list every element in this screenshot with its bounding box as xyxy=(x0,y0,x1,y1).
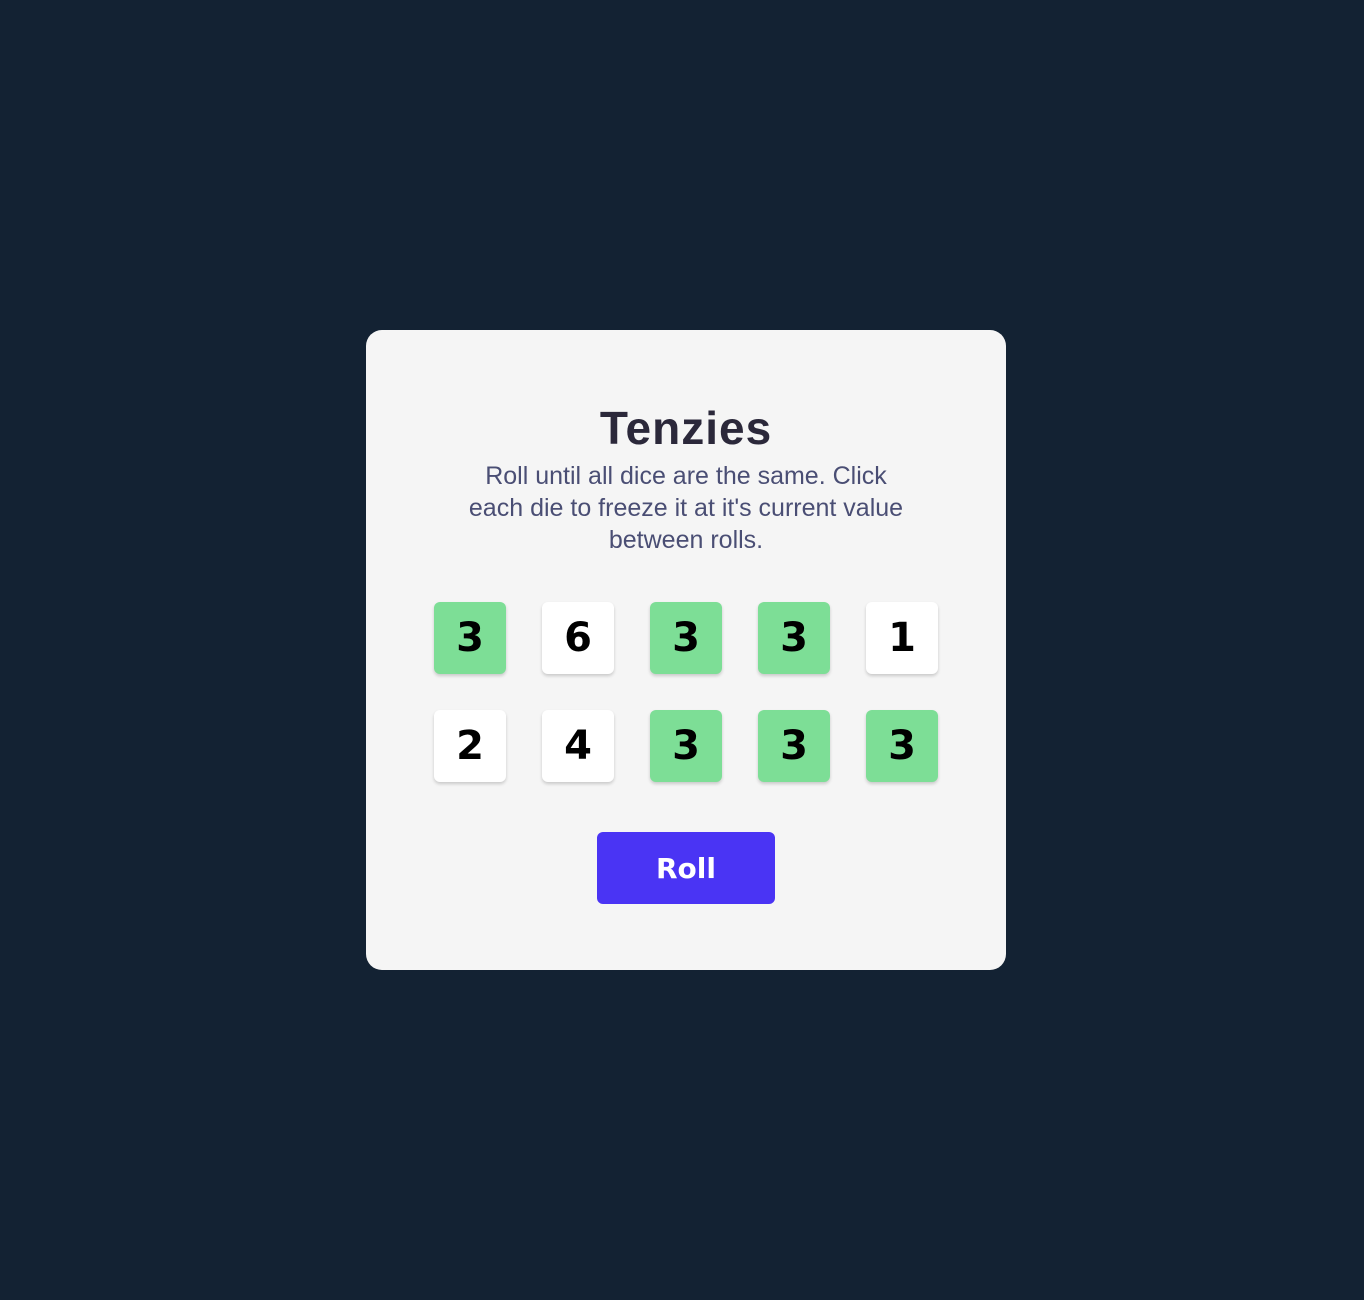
die-3[interactable]: 3 xyxy=(650,602,722,674)
die-2[interactable]: 6 xyxy=(542,602,614,674)
die-7[interactable]: 4 xyxy=(542,710,614,782)
instructions-line: Roll until all dice are the same. Click xyxy=(485,462,887,490)
dice-grid: 3 6 3 3 1 2 4 3 3 3 xyxy=(434,602,938,782)
instructions-line: between rolls. xyxy=(608,526,764,554)
die-8[interactable]: 3 xyxy=(650,710,722,782)
die-5[interactable]: 1 xyxy=(866,602,938,674)
die-6[interactable]: 2 xyxy=(434,710,506,782)
game-instructions: Roll until all dice are the same. Click … xyxy=(366,460,1006,556)
die-9[interactable]: 3 xyxy=(758,710,830,782)
roll-button[interactable]: Roll xyxy=(597,832,775,904)
die-10[interactable]: 3 xyxy=(866,710,938,782)
instructions-line: each die to freeze it at it's current va… xyxy=(468,494,904,522)
game-title: Tenzies xyxy=(599,402,773,454)
die-1[interactable]: 3 xyxy=(434,602,506,674)
game-card: Tenzies Roll until all dice are the same… xyxy=(366,330,1006,970)
die-4[interactable]: 3 xyxy=(758,602,830,674)
